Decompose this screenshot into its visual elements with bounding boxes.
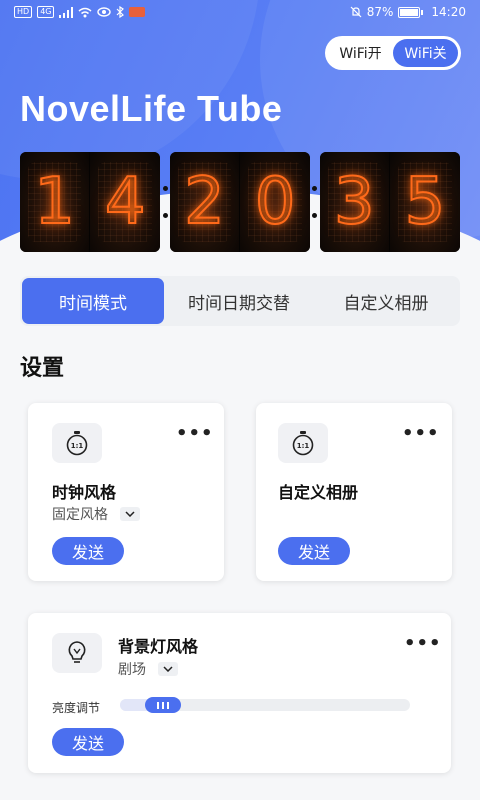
stopwatch-icon: 1:1: [52, 423, 102, 463]
wifi-on-option[interactable]: WiFi开: [328, 39, 393, 67]
wifi-toggle[interactable]: WiFi开 WiFi关: [325, 36, 461, 70]
tab-time-mode[interactable]: 时间模式: [22, 278, 164, 324]
status-bar: HD 4G 87% 14:20: [0, 0, 480, 24]
chevron-down-icon[interactable]: [120, 507, 140, 521]
nixie-clock-display: 1 4 2 0 3 5: [20, 152, 460, 252]
clock-separator: [310, 152, 319, 252]
wifi-off-option[interactable]: WiFi关: [393, 39, 458, 67]
card-title: 时钟风格: [52, 483, 117, 502]
battery-percent: 87%: [366, 5, 394, 19]
network-badge: 4G: [37, 6, 55, 18]
nixie-digit: 2: [183, 165, 226, 239]
clock-separator: [160, 152, 169, 252]
nixie-tube: 1: [20, 152, 91, 252]
wifi-icon: [79, 7, 92, 17]
hours-tubes: 1 4: [20, 152, 161, 252]
signal-icon: [59, 6, 74, 18]
clock-style-card: 1:1 ••• 时钟风格 固定风格 发送: [28, 403, 224, 581]
minutes-tubes: 2 0: [169, 152, 311, 252]
bluetooth-icon: [117, 6, 125, 18]
selected-mode: 剧场: [118, 662, 146, 678]
svg-text:1:1: 1:1: [71, 442, 84, 450]
send-button[interactable]: 发送: [278, 537, 350, 565]
backlight-mode-selector[interactable]: 剧场: [118, 659, 178, 679]
battery-level: [400, 8, 418, 16]
eye-icon: [97, 7, 112, 17]
hd-badge: HD: [14, 6, 33, 18]
svg-text:1:1: 1:1: [297, 442, 310, 450]
battery-icon: [398, 6, 424, 18]
lightbulb-icon: [52, 633, 102, 673]
send-button[interactable]: 发送: [52, 537, 124, 565]
nixie-digit: 1: [33, 165, 76, 239]
nixie-digit: 4: [104, 165, 147, 239]
brightness-slider[interactable]: [120, 697, 410, 713]
custom-album-card: 1:1 ••• 自定义相册 发送: [256, 403, 452, 581]
more-options-icon[interactable]: •••: [404, 635, 442, 653]
nixie-digit: 3: [333, 165, 376, 239]
seconds-tubes: 3 5: [319, 152, 460, 252]
app-title: NovelLife Tube: [20, 88, 283, 129]
nixie-tube: 0: [240, 152, 311, 252]
slider-handle[interactable]: [145, 697, 182, 713]
nixie-digit: 0: [254, 165, 297, 239]
nixie-tube: 3: [319, 152, 390, 252]
card-title: 自定义相册: [278, 483, 359, 502]
tab-custom-album[interactable]: 自定义相册: [314, 278, 458, 324]
mode-tabs: 时间模式 时间日期交替 自定义相册: [20, 276, 460, 326]
backlight-style-card: ••• 背景灯风格 剧场 亮度调节 发送: [28, 613, 451, 773]
stopwatch-icon: 1:1: [278, 423, 328, 463]
settings-heading: 设置: [20, 356, 65, 381]
clock-time: 14:20: [431, 5, 466, 19]
nixie-digit: 5: [404, 165, 447, 239]
more-options-icon[interactable]: •••: [176, 425, 214, 443]
nixie-tube: 5: [389, 152, 460, 252]
selected-style: 固定风格: [52, 507, 108, 523]
nixie-tube: 4: [90, 152, 161, 252]
nixie-tube: 2: [169, 152, 241, 252]
brightness-label: 亮度调节: [52, 701, 101, 715]
card-title: 背景灯风格: [118, 637, 199, 656]
app-notification-icon: [129, 7, 146, 17]
tab-time-date-alternate[interactable]: 时间日期交替: [164, 278, 314, 324]
send-button[interactable]: 发送: [52, 728, 124, 756]
mute-icon: [350, 6, 362, 18]
style-selector[interactable]: 固定风格: [52, 504, 140, 524]
more-options-icon[interactable]: •••: [402, 425, 440, 443]
chevron-down-icon[interactable]: [158, 662, 178, 676]
